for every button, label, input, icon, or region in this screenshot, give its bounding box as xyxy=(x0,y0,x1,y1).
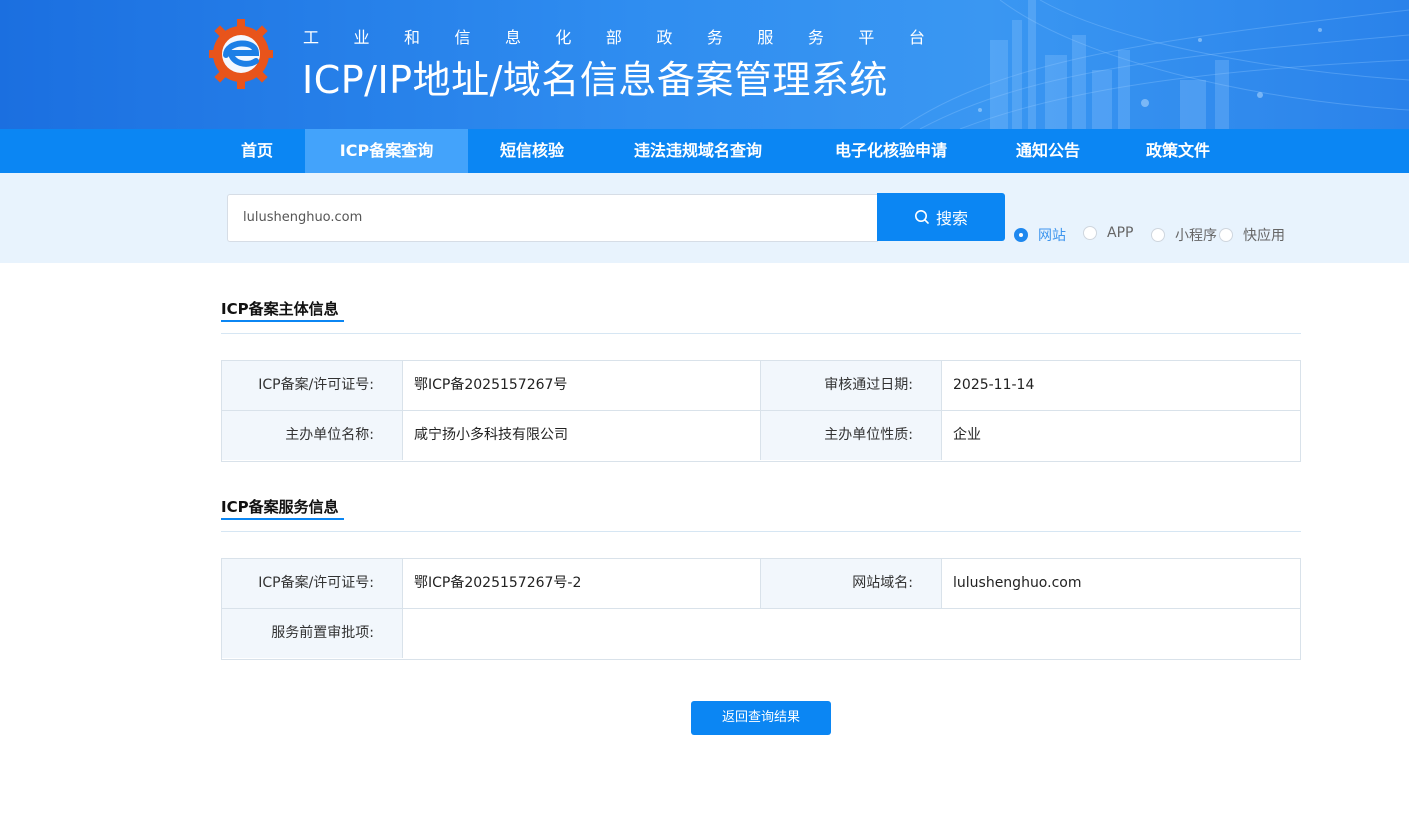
table-row: 主办单位名称: 咸宁扬小多科技有限公司 主办单位性质: 企业 xyxy=(222,411,1300,461)
org-type-label: 主办单位性质: xyxy=(761,411,942,460)
radio-label-app: APP xyxy=(1107,225,1134,241)
radio-label-quickapp: 快应用 xyxy=(1243,228,1285,244)
search-button[interactable]: 搜索 xyxy=(877,193,1005,241)
main-nav: 首页 ICP备案查询 短信核验 违法违规域名查询 电子化核验申请 通知公告 政策… xyxy=(0,129,1409,173)
radio-dot xyxy=(1083,226,1097,240)
nav-item-sms-verify[interactable]: 短信核验 xyxy=(478,129,586,173)
radio-website[interactable]: 网站 xyxy=(1014,225,1066,245)
gear-e-logo-icon xyxy=(209,19,273,89)
org-name-value: 咸宁扬小多科技有限公司 xyxy=(403,411,761,460)
section-underline xyxy=(221,320,344,322)
search-button-label: 搜索 xyxy=(935,209,968,228)
nav-item-e-verify[interactable]: 电子化核验申请 xyxy=(812,129,970,173)
service-title-text: ICP备案服务信息 xyxy=(221,498,339,516)
search-input[interactable]: lulushenghuo.com xyxy=(227,194,878,242)
nav-item-illegal-domain[interactable]: 违法违规域名查询 xyxy=(612,129,784,173)
radio-dot xyxy=(1219,228,1233,242)
header-banner: 工业和信息化部政务服务平台 ICP/IP地址/域名信息备案管理系统 xyxy=(0,0,1409,129)
radio-dot xyxy=(1014,228,1028,242)
back-to-results-button[interactable]: 返回查询结果 xyxy=(691,701,831,735)
nav-item-policy[interactable]: 政策文件 xyxy=(1128,129,1228,173)
preapproval-value xyxy=(403,609,1300,658)
domain-label: 网站域名: xyxy=(761,559,942,608)
nav-item-home[interactable]: 首页 xyxy=(212,129,302,173)
org-name-label: 主办单位名称: xyxy=(222,411,403,460)
table-row: 服务前置审批项: xyxy=(222,609,1300,659)
radio-app[interactable]: APP xyxy=(1083,225,1133,241)
subject-section-title: ICP备案主体信息 xyxy=(221,298,344,322)
system-title: ICP/IP地址/域名信息备案管理系统 xyxy=(302,58,888,102)
search-icon xyxy=(914,210,929,224)
section-divider xyxy=(221,333,1301,334)
nav-item-notices[interactable]: 通知公告 xyxy=(998,129,1098,173)
service-license-value: 鄂ICP备2025157267号-2 xyxy=(403,559,761,608)
radio-label-website: 网站 xyxy=(1038,228,1066,244)
subject-info-table: ICP备案/许可证号: 鄂ICP备2025157267号 审核通过日期: 202… xyxy=(221,360,1301,462)
service-license-label: ICP备案/许可证号: xyxy=(222,559,403,608)
service-info-table: ICP备案/许可证号: 鄂ICP备2025157267号-2 网站域名: lul… xyxy=(221,558,1301,660)
radio-dot xyxy=(1151,228,1165,242)
approve-date-value: 2025-11-14 xyxy=(942,361,1300,410)
preapproval-label: 服务前置审批项: xyxy=(222,609,403,658)
license-label: ICP备案/许可证号: xyxy=(222,361,403,410)
search-band: lulushenghuo.com 搜索 网站 APP 小程序 快应用 xyxy=(0,173,1409,263)
radio-quickapp[interactable]: 快应用 xyxy=(1219,225,1285,245)
subject-title-text: ICP备案主体信息 xyxy=(221,300,339,318)
approve-date-label: 审核通过日期: xyxy=(761,361,942,410)
domain-value: lulushenghuo.com xyxy=(942,559,1300,608)
service-section-title: ICP备案服务信息 xyxy=(221,496,344,520)
radio-label-miniprogram: 小程序 xyxy=(1175,228,1217,244)
section-underline xyxy=(221,518,344,520)
section-divider xyxy=(221,531,1301,532)
org-type-value: 企业 xyxy=(942,411,1300,460)
license-value: 鄂ICP备2025157267号 xyxy=(403,361,761,410)
ministry-subtitle: 工业和信息化部政务服务平台 xyxy=(303,28,925,47)
table-row: ICP备案/许可证号: 鄂ICP备2025157267号 审核通过日期: 202… xyxy=(222,361,1300,411)
nav-item-icp-query[interactable]: ICP备案查询 xyxy=(305,129,468,173)
table-row: ICP备案/许可证号: 鄂ICP备2025157267号-2 网站域名: lul… xyxy=(222,559,1300,609)
radio-miniprogram[interactable]: 小程序 xyxy=(1151,225,1217,245)
